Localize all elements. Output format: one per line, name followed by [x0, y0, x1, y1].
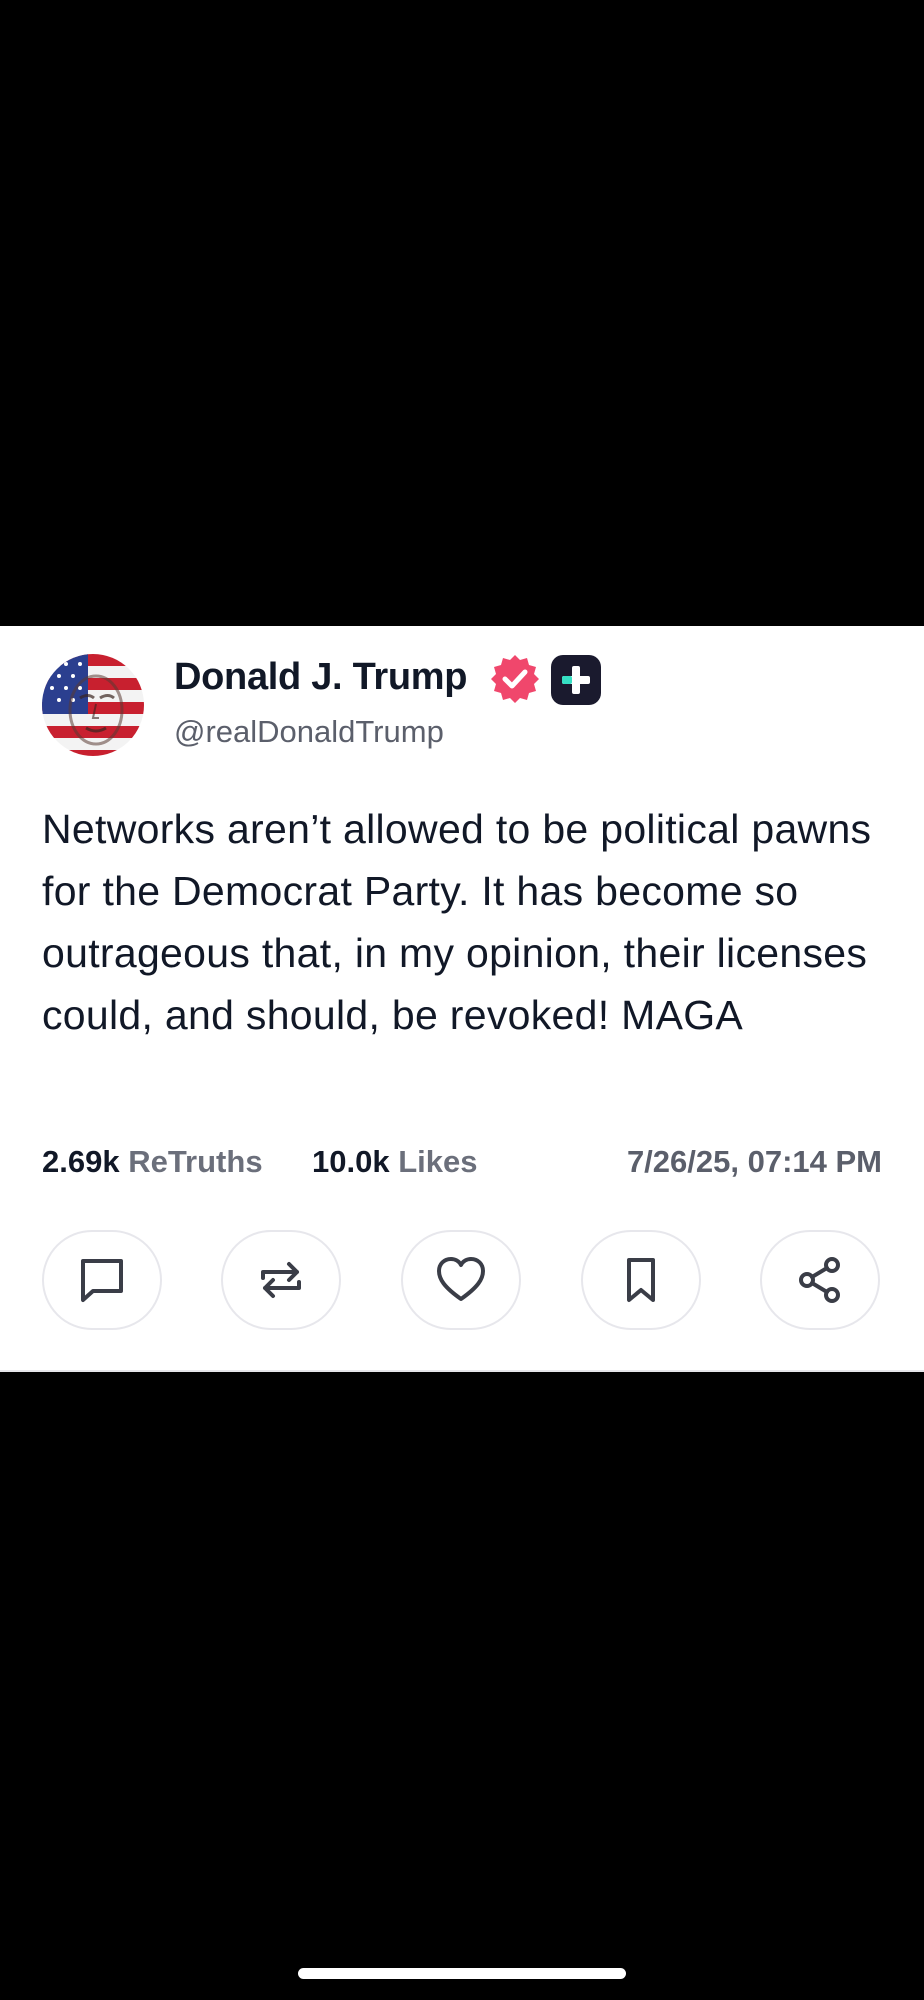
home-indicator[interactable] [298, 1968, 626, 1979]
truth-plus-badge-icon [550, 654, 602, 706]
reply-button[interactable] [42, 1230, 162, 1330]
verified-badge-icon [488, 652, 542, 706]
user-handle[interactable]: @realDonaldTrump [174, 714, 444, 750]
avatar[interactable] [42, 654, 144, 756]
share-button[interactable] [760, 1230, 880, 1330]
heart-icon [437, 1257, 485, 1301]
retruths-count: 2.69k [42, 1144, 120, 1179]
retruths-label: ReTruths [128, 1144, 263, 1179]
likes-stat[interactable]: 10.0k Likes [312, 1144, 477, 1180]
screen: Donald J. Trump @realDonaldTrump Network… [0, 0, 924, 2000]
display-name[interactable]: Donald J. Trump [174, 656, 468, 699]
likes-label: Likes [398, 1144, 478, 1179]
retruths-stat[interactable]: 2.69k ReTruths [42, 1144, 263, 1180]
bookmark-button[interactable] [581, 1230, 701, 1330]
share-icon [799, 1257, 840, 1303]
post-text: Networks aren’t allowed to be political … [42, 806, 872, 1038]
post-card: Donald J. Trump @realDonaldTrump Network… [0, 626, 924, 1372]
likes-count: 10.0k [312, 1144, 390, 1179]
like-button[interactable] [401, 1230, 521, 1330]
retruth-button[interactable] [221, 1230, 341, 1330]
post-timestamp: 7/26/25, 07:14 PM [626, 1144, 882, 1179]
bookmark-icon [627, 1258, 655, 1302]
post-stats: 2.69k ReTruths 10.0k Likes 7/26/25, 07:1… [42, 1144, 882, 1184]
reply-icon [81, 1259, 123, 1302]
retruth-icon [261, 1262, 301, 1298]
